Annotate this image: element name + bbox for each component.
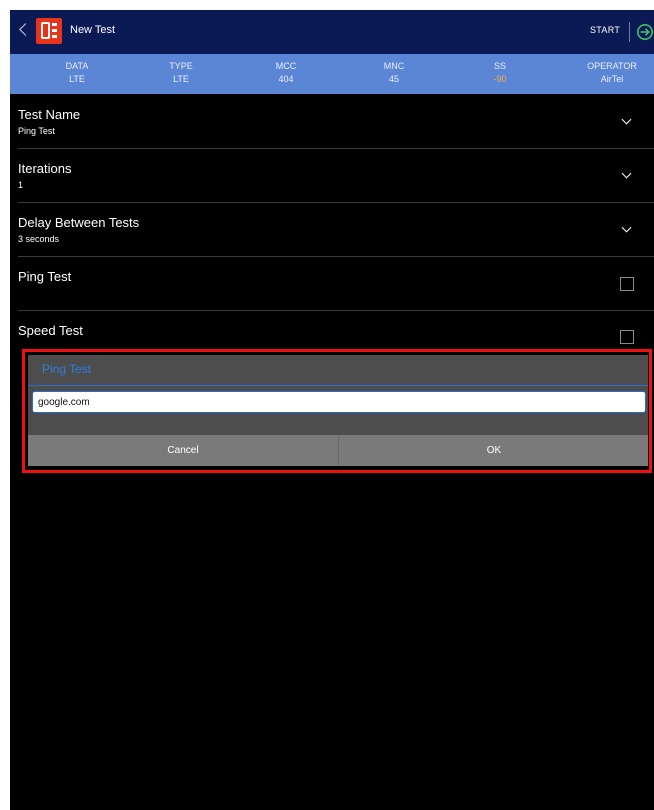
info-data: DATA LTE [37, 60, 117, 86]
info-value: 404 [278, 74, 294, 84]
row-value: 1 [18, 180, 24, 190]
row-title: Ping Test [18, 269, 72, 284]
exit-arrow-icon[interactable] [636, 23, 654, 46]
start-button[interactable]: START [590, 25, 620, 35]
info-label: TYPE [169, 61, 193, 71]
delay-row[interactable]: Delay Between Tests 3 seconds [10, 203, 654, 256]
ping-test-dialog: Ping Test Cancel OK [28, 355, 648, 466]
info-type: TYPE LTE [141, 60, 221, 86]
row-value: 3 seconds [18, 234, 60, 244]
info-value: 45 [388, 74, 399, 84]
dialog-button-bar: Cancel OK [28, 435, 648, 466]
chevron-down-icon[interactable] [621, 168, 632, 179]
host-input[interactable] [32, 391, 646, 413]
info-ss: SS -90 [460, 60, 540, 86]
chevron-down-icon[interactable] [621, 222, 632, 233]
dialog-title: Ping Test [42, 362, 92, 376]
network-info-strip: DATA LTE TYPE LTE MCC 404 MNC 45 SS -90 … [10, 54, 654, 94]
speed-test-row: Speed Test [10, 311, 654, 351]
ok-button[interactable]: OK [339, 435, 649, 466]
cancel-button[interactable]: Cancel [28, 435, 338, 466]
test-name-row[interactable]: Test Name Ping Test [10, 94, 654, 148]
row-value: Ping Test [18, 126, 55, 136]
info-operator: OPERATOR AirTel [572, 60, 652, 86]
chevron-down-icon[interactable] [621, 114, 632, 125]
info-label: MNC [383, 61, 405, 71]
dialog-title-divider [28, 385, 648, 386]
info-label: DATA [65, 61, 89, 71]
nav-divider [629, 22, 630, 42]
top-navbar: New Test START [10, 10, 654, 54]
info-value: AirTel [600, 74, 624, 84]
info-mcc: MCC 404 [246, 60, 326, 86]
page-title: New Test [70, 24, 116, 36]
ping-test-row: Ping Test [10, 257, 654, 310]
info-mnc: MNC 45 [354, 60, 434, 86]
signal-strength-value: -90 [493, 74, 507, 84]
speed-test-checkbox[interactable] [620, 330, 634, 344]
info-label: SS [493, 61, 506, 71]
app-screen: New Test START DATA LTE TYPE LTE MCC 404… [10, 10, 654, 810]
row-title: Delay Between Tests [18, 215, 140, 230]
info-label: MCC [275, 61, 297, 71]
info-value: LTE [69, 74, 85, 84]
info-label: OPERATOR [587, 61, 637, 71]
chevron-left-icon[interactable] [19, 23, 32, 36]
info-value: LTE [173, 74, 189, 84]
app-logo-icon [36, 18, 62, 44]
row-title: Test Name [18, 107, 81, 122]
ping-test-checkbox[interactable] [620, 277, 634, 291]
row-title: Iterations [18, 161, 72, 176]
row-title: Speed Test [18, 323, 83, 338]
iterations-row[interactable]: Iterations 1 [10, 149, 654, 202]
